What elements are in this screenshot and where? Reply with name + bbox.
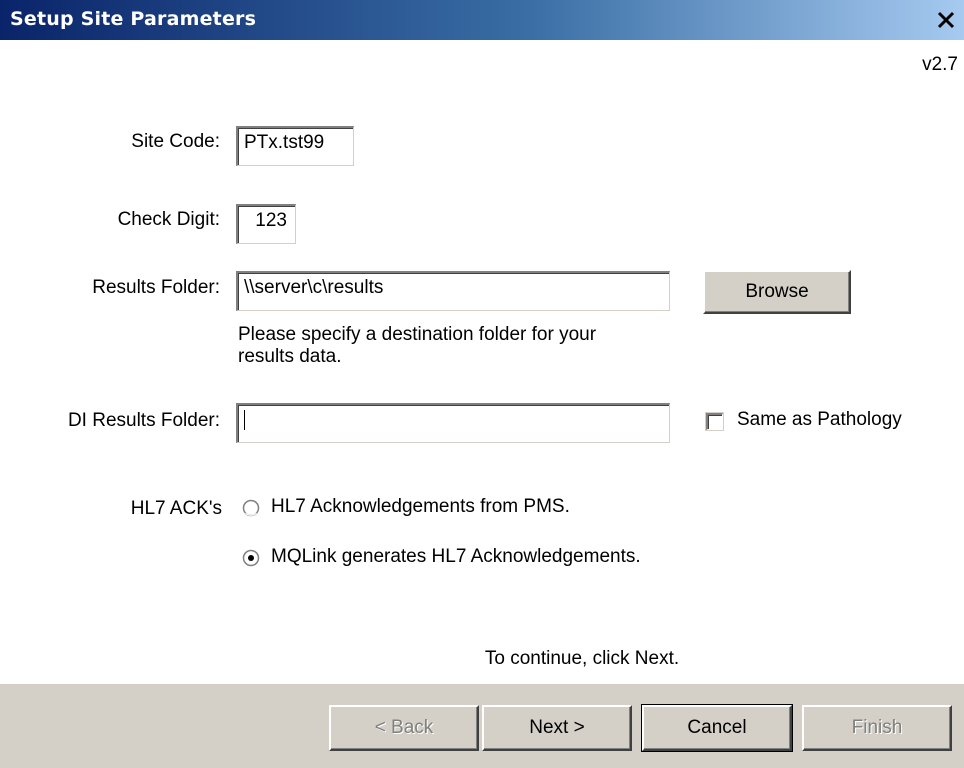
cancel-button[interactable]: Cancel [641,704,793,752]
results-folder-label: Results Folder: [92,277,220,298]
same-as-pathology-label[interactable]: Same as Pathology [737,409,902,431]
finish-button[interactable]: Finish [802,705,952,751]
radio-hl7-from-pms[interactable] [242,499,260,517]
results-folder-field[interactable]: \\server\c\results [236,271,670,311]
di-results-folder-label: DI Results Folder: [67,410,220,431]
site-code-label: Site Code: [131,131,220,152]
title-bar: Setup Site Parameters [0,0,964,40]
check-digit-field[interactable]: 123 [236,204,296,244]
results-folder-hint-line2: results data. [238,346,342,367]
radio-selected-dot [248,555,254,561]
close-button[interactable] [934,8,958,32]
close-icon [937,11,955,29]
check-digit-label: Check Digit: [117,209,220,230]
window-title: Setup Site Parameters [10,8,257,30]
hl7-acks-label: HL7 ACK's [130,498,222,519]
text-caret [244,409,245,430]
back-button[interactable]: < Back [329,705,479,751]
same-as-pathology-checkbox[interactable] [706,413,723,430]
radio-hl7-from-pms-label[interactable]: HL7 Acknowledgements from PMS. [271,496,570,518]
di-results-folder-field[interactable] [236,403,670,443]
radio-mqlink-generates-label[interactable]: MQLink generates HL7 Acknowledgements. [271,546,641,568]
radio-mqlink-generates[interactable] [242,549,260,567]
site-code-field[interactable]: PTx.tst99 [236,126,354,166]
results-folder-hint-line1: Please specify a destination folder for … [238,324,597,345]
instructions-text: To continue, click Next. [484,648,680,669]
button-bar: < Back Next > Cancel Finish [0,683,964,768]
next-button[interactable]: Next > [482,705,632,751]
browse-button[interactable]: Browse [703,270,851,314]
version-label: v2.7 [922,54,958,75]
